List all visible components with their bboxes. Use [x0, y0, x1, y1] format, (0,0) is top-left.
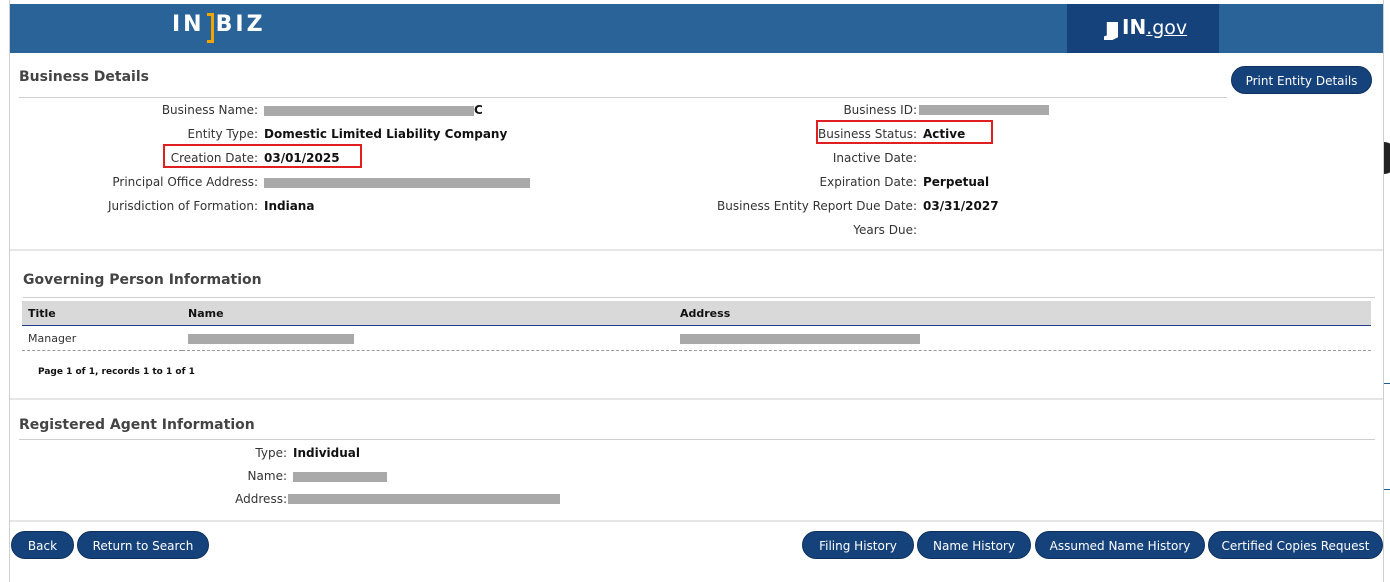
inbiz-logo[interactable]: IN BIZ: [172, 12, 266, 43]
section-divider: [10, 398, 1383, 400]
agent-type-label: Type:: [255, 446, 287, 460]
redacted-value: [288, 494, 560, 504]
section-divider: [10, 249, 1383, 251]
row-name: [182, 325, 674, 351]
agent-address-label: Address:: [235, 492, 287, 506]
agent-title: Registered Agent Information: [19, 417, 255, 433]
report-due-label: Business Entity Report Due Date:: [717, 199, 917, 213]
jurisdiction-row: Jurisdiction of Formation: Indiana: [10, 199, 314, 213]
principal-office-label: Principal Office Address:: [112, 175, 258, 189]
expiration-date-value: Perpetual: [923, 175, 990, 189]
site-header: IN BIZ IN.gov: [10, 4, 1383, 53]
logo-text-left: IN: [172, 12, 205, 37]
indiana-state-icon: [1104, 22, 1118, 40]
agent-address-row: Address:: [10, 492, 560, 506]
jurisdiction-label: Jurisdiction of Formation:: [107, 199, 258, 213]
table-header-row: Title Name Address: [22, 301, 1371, 326]
assumed-name-history-button[interactable]: Assumed Name History: [1035, 531, 1205, 559]
col-name[interactable]: Name: [182, 301, 674, 326]
row-address: [674, 325, 1371, 351]
filing-history-button[interactable]: Filing History: [802, 531, 914, 559]
return-to-search-button[interactable]: Return to Search: [77, 531, 209, 559]
logo-text-right: BIZ: [215, 12, 266, 37]
section-rule: [19, 97, 1227, 98]
years-due-label: Years Due:: [853, 223, 917, 237]
governing-table: Title Name Address Manager: [22, 301, 1371, 351]
agent-type-row: Type: Individual: [10, 446, 360, 460]
redacted-value: [188, 333, 354, 344]
business-name-label: Business Name:: [161, 103, 258, 117]
redacted-value: [293, 471, 387, 482]
redacted-value: [264, 105, 474, 116]
business-id-label: Business ID:: [843, 103, 917, 117]
col-address[interactable]: Address: [674, 301, 1371, 326]
section-divider: [10, 520, 1383, 522]
business-details-title: Business Details: [19, 69, 149, 85]
business-id-row: Business ID:: [600, 103, 1049, 117]
report-due-row: Business Entity Report Due Date: 03/31/2…: [600, 199, 999, 213]
edge-fragment: [1384, 142, 1390, 174]
name-history-button[interactable]: Name History: [917, 531, 1031, 559]
entity-type-value: Domestic Limited Liability Company: [264, 127, 508, 141]
edge-line: [1384, 383, 1390, 384]
section-rule: [23, 297, 1375, 298]
row-title: Manager: [22, 325, 182, 351]
agent-type-value: Individual: [293, 446, 360, 460]
creation-date-highlight: [163, 144, 362, 168]
redacted-value: [680, 333, 920, 344]
ingov-domain: .gov: [1146, 17, 1188, 39]
back-button[interactable]: Back: [11, 531, 74, 559]
redacted-value: [919, 105, 1049, 115]
agent-name-row: Name:: [10, 469, 387, 483]
logo-bracket-icon: [206, 12, 214, 43]
pager-text: Page 1 of 1, records 1 to 1 of 1: [38, 367, 195, 377]
report-due-value: 03/31/2027: [923, 199, 999, 213]
expiration-date-label: Expiration Date:: [819, 175, 917, 189]
governing-title: Governing Person Information: [23, 272, 262, 288]
certified-copies-request-button[interactable]: Certified Copies Request: [1208, 531, 1383, 559]
edge-line: [1384, 489, 1390, 490]
ingov-logo[interactable]: IN.gov: [1067, 4, 1219, 53]
ingov-text: IN: [1122, 15, 1147, 39]
business-name-value: C: [474, 103, 483, 117]
business-name-row: Business Name: C: [10, 103, 483, 117]
entity-type-row: Entity Type: Domestic Limited Liability …: [10, 127, 508, 141]
jurisdiction-value: Indiana: [264, 199, 315, 213]
entity-type-label: Entity Type:: [187, 127, 258, 141]
years-due-row: Years Due:: [600, 223, 923, 237]
section-rule: [19, 439, 1375, 440]
principal-office-row: Principal Office Address:: [10, 175, 530, 189]
table-row: Manager: [22, 325, 1371, 351]
business-status-highlight: [816, 120, 993, 144]
print-entity-details-button[interactable]: Print Entity Details: [1231, 66, 1372, 94]
expiration-date-row: Expiration Date: Perpetual: [600, 175, 990, 189]
inactive-date-row: Inactive Date:: [600, 151, 923, 165]
col-title[interactable]: Title: [22, 301, 182, 326]
inactive-date-label: Inactive Date:: [832, 151, 917, 165]
agent-name-label: Name:: [247, 469, 287, 483]
redacted-value: [264, 177, 530, 188]
